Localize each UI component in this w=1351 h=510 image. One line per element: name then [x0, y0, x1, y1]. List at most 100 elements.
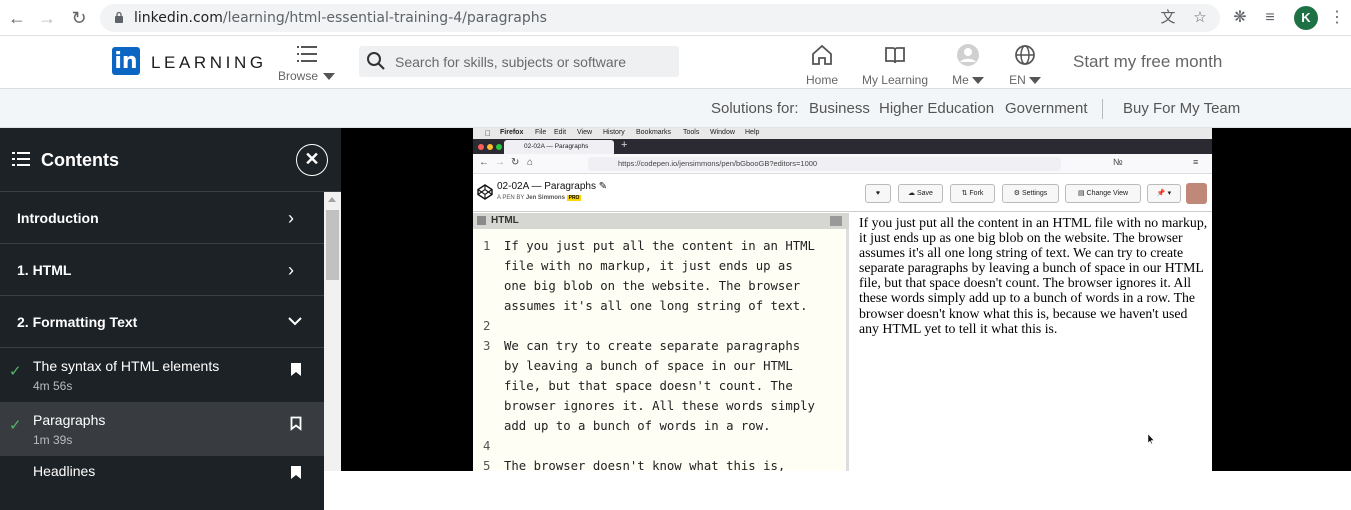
section-label: 2. Formatting Text [17, 314, 138, 330]
section-introduction[interactable]: Introduction › [0, 192, 324, 244]
heart-button: ♥ [865, 184, 891, 203]
section-label: Introduction [17, 210, 99, 226]
nav-home[interactable]: Home [803, 42, 841, 87]
reload-icon: ↻ [511, 157, 520, 168]
start-free-month-link[interactable]: Start my free month [1073, 52, 1222, 72]
list-icon [12, 152, 30, 166]
solutions-higher-education-link[interactable]: Higher Education [879, 100, 994, 117]
mac-menu-bar:  Firefox File Edit View History Bookmar… [473, 128, 1212, 139]
section-formatting-text[interactable]: 2. Formatting Text [0, 296, 324, 348]
bookmark-filled-icon[interactable] [290, 362, 302, 377]
menu-icon: ≡ [1193, 157, 1199, 167]
contents-title: Contents [41, 150, 119, 170]
caret-down-icon [323, 73, 335, 80]
code-line: file, but that space doesn't count. The [504, 379, 793, 393]
solutions-business-link[interactable]: Business [809, 100, 870, 117]
solutions-government-link[interactable]: Government [1005, 100, 1088, 117]
divider [1102, 99, 1103, 119]
bookmark-filled-icon[interactable] [290, 465, 302, 480]
preview-pane: If you just put all the content in an HT… [854, 213, 1212, 471]
video-frame:  Firefox File Edit View History Bookmar… [473, 128, 1212, 471]
video-item-syntax[interactable]: ✓ The syntax of HTML elements 4m 56s [0, 348, 324, 402]
browser-toolbar: ← → ↻ linkedin.com/learning/html-essenti… [0, 0, 1351, 36]
back-arrow-icon[interactable]: ← [5, 6, 29, 30]
video-item-headlines[interactable]: Headlines [0, 456, 324, 510]
chevron-right-icon: › [288, 208, 294, 228]
forward-arrow-icon[interactable]: → [35, 6, 59, 30]
star-icon[interactable]: ☆ [1190, 8, 1210, 28]
profile-avatar[interactable]: K [1294, 6, 1318, 30]
linkedin-logo-icon[interactable]: in [112, 47, 140, 75]
close-icon[interactable]: ✕ [296, 144, 328, 176]
checkmark-icon: ✓ [9, 363, 22, 380]
video-title: Headlines [33, 463, 96, 479]
menu-item: Tools [683, 129, 700, 136]
section-html[interactable]: 1. HTML › [0, 244, 324, 296]
sidebar-scrollbar[interactable] [324, 192, 341, 471]
nav-my-learning[interactable]: My Learning [860, 42, 930, 87]
search-box[interactable] [359, 46, 679, 77]
maximize-dot [496, 144, 502, 150]
menu-item: File [535, 129, 547, 136]
editor-label: HTML [491, 215, 519, 226]
scroll-up-arrow-icon[interactable] [328, 197, 336, 202]
firefox-url: https://codepen.io/jensimmons/pen/bGbooG… [588, 157, 1061, 171]
solutions-label: Solutions for: [711, 100, 799, 117]
bookmark-outline-icon[interactable] [290, 416, 302, 431]
section-label: 1. HTML [17, 262, 72, 278]
forward-arrow-icon: → [495, 157, 505, 168]
settings-button: ⚙ Settings [1002, 184, 1059, 203]
nav-language[interactable]: EN [1006, 42, 1044, 87]
change-view-button: ▤ Change View [1065, 184, 1141, 203]
kebab-menu-icon[interactable]: ⋮ [1326, 7, 1348, 29]
code-line: We can try to create separate paragraphs [504, 339, 801, 353]
url-text: linkedin.com/learning/html-essential-tra… [134, 10, 547, 26]
pen-author: A PEN BY Jen Simmons PRO [497, 195, 582, 201]
logo-text[interactable]: LEARNING [151, 53, 267, 73]
media-playlist-icon[interactable]: ≡ [1259, 7, 1281, 29]
author-avatar [1186, 183, 1207, 204]
translate-icon[interactable]: 文 [1158, 8, 1178, 28]
menu-item: Bookmarks [636, 129, 672, 136]
mouse-cursor-icon [1148, 434, 1155, 444]
book-icon [885, 47, 905, 64]
browse-label: Browse [278, 69, 319, 83]
save-button: ☁ Save [898, 184, 943, 203]
back-arrow-icon: ← [479, 157, 489, 168]
gear-icon [477, 216, 486, 225]
library-icon: № [1113, 157, 1123, 167]
chevron-down-icon [288, 317, 302, 326]
code-line: by leaving a bunch of space in our HTML [504, 359, 793, 373]
search-input[interactable] [395, 52, 670, 72]
extensions-icon[interactable]: ❋ [1229, 7, 1251, 29]
video-item-paragraphs[interactable]: ✓ Paragraphs 1m 39s [0, 402, 324, 456]
close-dot [478, 144, 484, 150]
browse-button[interactable]: Browse [278, 42, 336, 84]
menu-item: Help [745, 129, 760, 136]
nav-me-label: Me [948, 73, 988, 87]
lock-icon [115, 11, 123, 23]
line-number: 1 [483, 239, 491, 253]
home-icon [812, 44, 832, 65]
code-line: add up to a bunch of words in a row. [504, 419, 771, 433]
menu-item: Window [710, 129, 735, 136]
caret-down-icon [1028, 77, 1041, 85]
code-line: assumes it's all one long string of text… [504, 299, 808, 313]
html-editor: HTML 1 If you just put all the content in… [473, 213, 849, 471]
address-bar[interactable]: linkedin.com/learning/html-essential-tra… [100, 4, 1220, 32]
nav-home-label: Home [805, 73, 838, 87]
nav-me[interactable]: Me [948, 42, 988, 87]
video-duration: 1m 39s [33, 433, 73, 447]
minimize-dot [487, 144, 493, 150]
reload-icon[interactable]: ↻ [67, 6, 91, 30]
codepen-logo-icon [477, 184, 493, 200]
pin-button: 📌 ▾ [1147, 184, 1181, 203]
contents-header: Contents ✕ [0, 128, 341, 192]
apple-icon:  [485, 129, 491, 138]
scrollbar-thumb[interactable] [326, 210, 339, 280]
code-line: one big blob on the website. The browser [504, 279, 801, 293]
user-avatar-icon [957, 44, 979, 66]
firefox-tab: 02-02A — Paragraphs [504, 140, 614, 154]
nav-language-label: EN [1006, 73, 1044, 87]
buy-for-my-team-link[interactable]: Buy For My Team [1123, 100, 1240, 117]
